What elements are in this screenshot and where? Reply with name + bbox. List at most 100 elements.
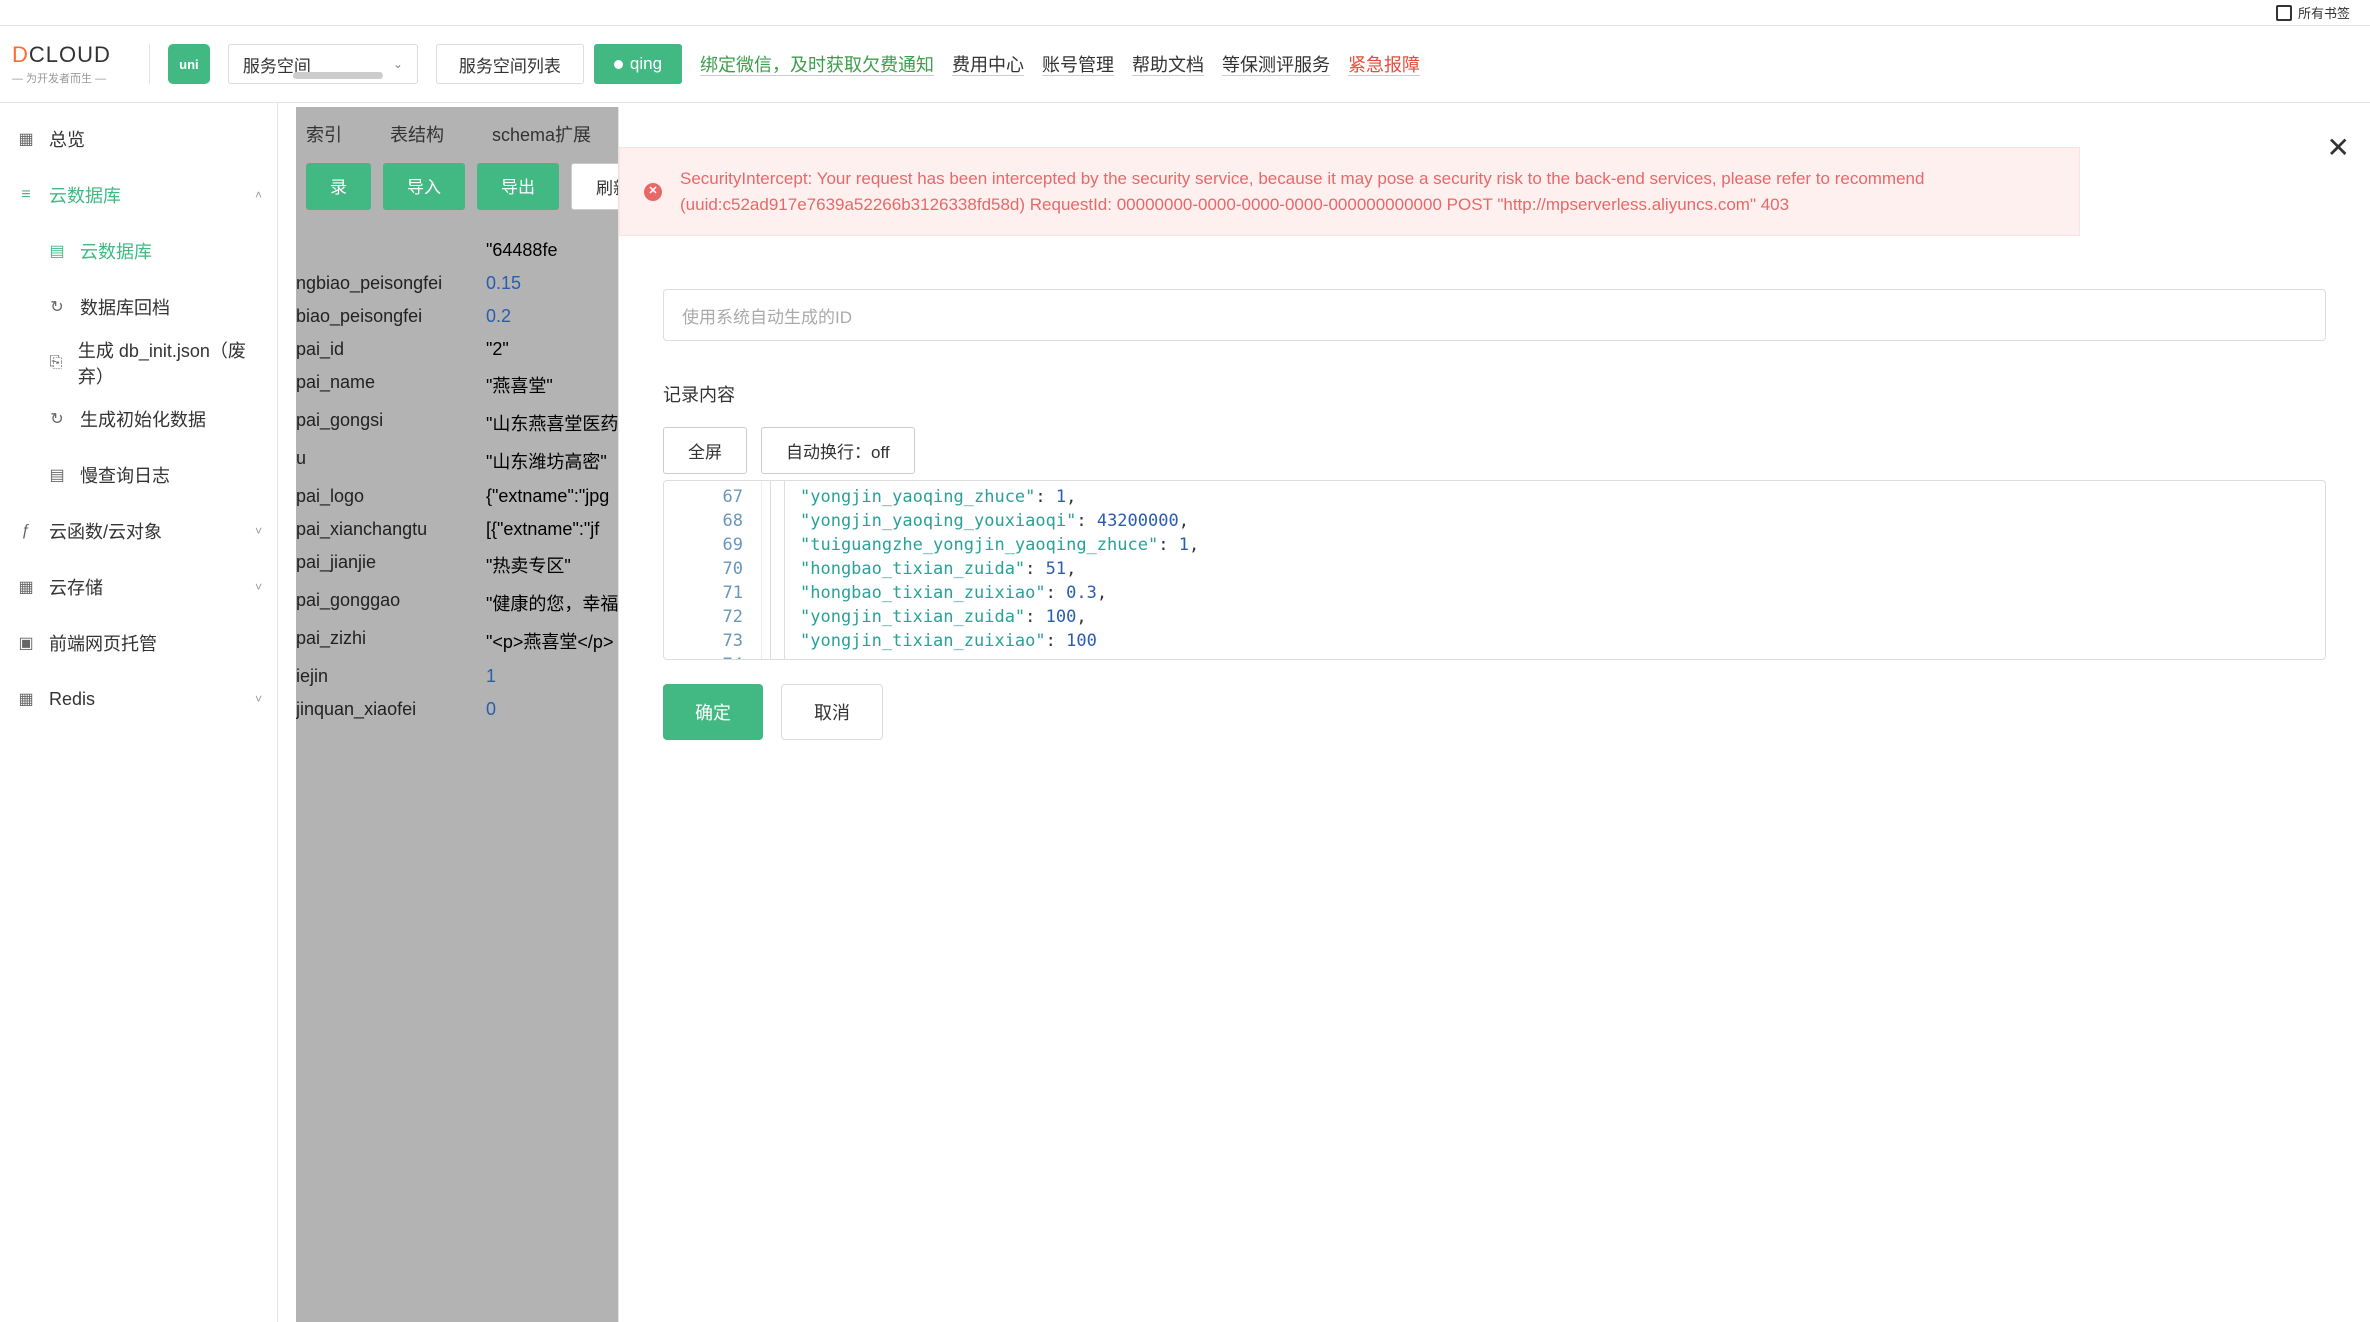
data-value: 0.15 <box>486 273 521 294</box>
sidebar-database-sub-label: 云数据库 <box>80 238 152 264</box>
code-line: "hongbao_tixian_zuida": 51, <box>770 557 2317 581</box>
line-number: 74 <box>668 653 743 660</box>
chevron-up-icon: ˄ <box>255 188 262 202</box>
line-number: 71 <box>668 581 743 605</box>
close-button[interactable]: ✕ <box>2327 131 2350 164</box>
data-value: "山东燕喜堂医药 <box>486 410 618 436</box>
sidebar-database[interactable]: ≡ 云数据库 ˄ <box>0 167 277 223</box>
refresh-icon: ↻ <box>46 409 68 429</box>
nav-bind-wechat[interactable]: 绑定微信，及时获取欠费通知 <box>700 51 934 77</box>
nav-account[interactable]: 账号管理 <box>1042 51 1114 77</box>
data-value: [{"extname":"jf <box>486 519 599 540</box>
body: ▦总览 ≡云数据库˄ ▤云数据库 ↻数据库回档 ⎘生成 db_init.json… <box>0 103 2370 1322</box>
nav-links: 绑定微信，及时获取欠费通知 费用中心 账号管理 帮助文档 等保测评服务 紧急报障 <box>700 51 2358 77</box>
data-key: pai_jianjie <box>296 552 486 578</box>
logo-c: C <box>29 42 46 67</box>
code-editor[interactable]: 6768697071727374 "yongjin_yaoqing_zhuce"… <box>663 480 2326 660</box>
chevron-down-icon: ˅ <box>255 524 262 538</box>
tab-schema[interactable]: 表结构 <box>390 121 444 147</box>
nav-help[interactable]: 帮助文档 <box>1132 51 1204 77</box>
sidebar-storage-label: 云存储 <box>49 574 103 600</box>
status-dot-icon <box>614 60 623 69</box>
data-value: {"extname":"jpg <box>486 486 609 507</box>
error-icon: ✕ <box>644 183 662 201</box>
overview-icon: ▦ <box>15 129 37 149</box>
import-button[interactable]: 导入 <box>383 163 465 210</box>
space-list-button[interactable]: 服务空间列表 <box>436 44 584 84</box>
content-label: 记录内容 <box>663 381 2326 407</box>
data-value: "2" <box>486 339 509 360</box>
bookmarks-label[interactable]: 所有书签 <box>2298 3 2350 22</box>
logo-rest: LOUD <box>46 42 111 67</box>
line-number: 70 <box>668 557 743 581</box>
sidebar-redis[interactable]: ▦Redis˅ <box>0 671 277 727</box>
sidebar-initdata-label: 生成初始化数据 <box>80 406 206 432</box>
code-line: "hongbao_tixian_zuixiao": 0.3, <box>770 581 2317 605</box>
data-key: u <box>296 448 486 474</box>
tab-schema-ext[interactable]: schema扩展 <box>492 121 591 147</box>
modal: ✕ ✕ SecurityIntercept: Your request has … <box>618 107 2370 1322</box>
main: 索引 表结构 schema扩展 录 导入 导出 刷新 "64488fengbia… <box>278 103 2370 1322</box>
gutter: 6768697071727374 <box>664 481 762 659</box>
uni-badge[interactable]: uni <box>168 44 210 84</box>
redis-icon: ▦ <box>15 689 37 709</box>
export-button[interactable]: 导出 <box>477 163 559 210</box>
chevron-down-icon: ˅ <box>255 580 262 594</box>
sidebar-storage[interactable]: ▦云存储˅ <box>0 559 277 615</box>
data-value: "健康的您，幸福 <box>486 590 618 616</box>
sidebar-functions[interactable]: ƒ 云函数/云对象 ˅ <box>0 503 277 559</box>
header-scrollbar[interactable] <box>293 72 383 79</box>
line-number: 73 <box>668 629 743 653</box>
nav-dengbao[interactable]: 等保测评服务 <box>1222 51 1330 77</box>
current-space-button[interactable]: qing <box>594 44 682 84</box>
cancel-button[interactable]: 取消 <box>781 684 883 740</box>
sidebar-database-label: 云数据库 <box>49 182 121 208</box>
logo-d: D <box>12 42 29 67</box>
data-value: "64488fe <box>486 240 557 261</box>
code-body[interactable]: "yongjin_yaoqing_zhuce": 1,"yongjin_yaoq… <box>762 481 2325 659</box>
id-field: 使用系统自动生成的ID <box>663 289 2326 341</box>
data-value: 0 <box>486 699 496 720</box>
sidebar-initdata[interactable]: ↻ 生成初始化数据 <box>0 391 277 447</box>
logo[interactable]: DCLOUD — 为开发者而生 — <box>12 42 111 86</box>
log-icon: ▤ <box>46 465 68 485</box>
fullscreen-button[interactable]: 全屏 <box>663 427 747 474</box>
browser-top-bar: 所有书签 <box>0 0 2370 26</box>
data-key <box>296 240 486 261</box>
database-icon: ≡ <box>15 186 37 204</box>
code-line: "yongjin_tixian_zuida": 100, <box>770 605 2317 629</box>
data-value: "燕喜堂" <box>486 372 553 398</box>
sidebar-rollback[interactable]: ↻数据库回档 <box>0 279 277 335</box>
rollback-icon: ↻ <box>46 297 68 317</box>
data-value: "热卖专区" <box>486 552 571 578</box>
data-key: iejin <box>296 666 486 687</box>
current-space-name: qing <box>630 54 662 74</box>
chevron-down-icon: ⌄ <box>393 57 403 71</box>
modal-footer: 确定 取消 <box>663 684 2326 740</box>
code-line: "yongjin_yaoqing_zhuce": 1, <box>770 485 2317 509</box>
sidebar-slowlog[interactable]: ▤慢查询日志 <box>0 447 277 503</box>
sidebar-functions-label: 云函数/云对象 <box>49 518 162 544</box>
confirm-button[interactable]: 确定 <box>663 684 763 740</box>
line-number: 72 <box>668 605 743 629</box>
sidebar-dbinit[interactable]: ⎘生成 db_init.json（废弃） <box>0 335 277 391</box>
data-key: jinquan_xiaofei <box>296 699 486 720</box>
sidebar-hosting[interactable]: ▣前端网页托管 <box>0 615 277 671</box>
sidebar-redis-label: Redis <box>49 689 95 710</box>
id-input[interactable]: 使用系统自动生成的ID <box>663 289 2326 341</box>
nav-emergency[interactable]: 紧急报障 <box>1348 51 1420 77</box>
function-icon: ƒ <box>15 522 37 540</box>
add-button[interactable]: 录 <box>306 163 371 210</box>
line-number: 67 <box>668 485 743 509</box>
sidebar-dbinit-label: 生成 db_init.json（废弃） <box>78 337 262 389</box>
error-text: SecurityIntercept: Your request has been… <box>680 169 1924 214</box>
data-key: ngbiao_peisongfei <box>296 273 486 294</box>
sidebar: ▦总览 ≡云数据库˄ ▤云数据库 ↻数据库回档 ⎘生成 db_init.json… <box>0 103 278 1322</box>
tab-index[interactable]: 索引 <box>306 121 342 147</box>
sidebar-database-sub[interactable]: ▤云数据库 <box>0 223 277 279</box>
nav-billing[interactable]: 费用中心 <box>952 51 1024 77</box>
wrap-toggle-button[interactable]: 自动换行：off <box>761 427 915 474</box>
error-alert: ✕ SecurityIntercept: Your request has be… <box>619 147 2080 236</box>
sidebar-overview[interactable]: ▦总览 <box>0 111 277 167</box>
data-value: "<p>燕喜堂</p> <box>486 628 613 654</box>
